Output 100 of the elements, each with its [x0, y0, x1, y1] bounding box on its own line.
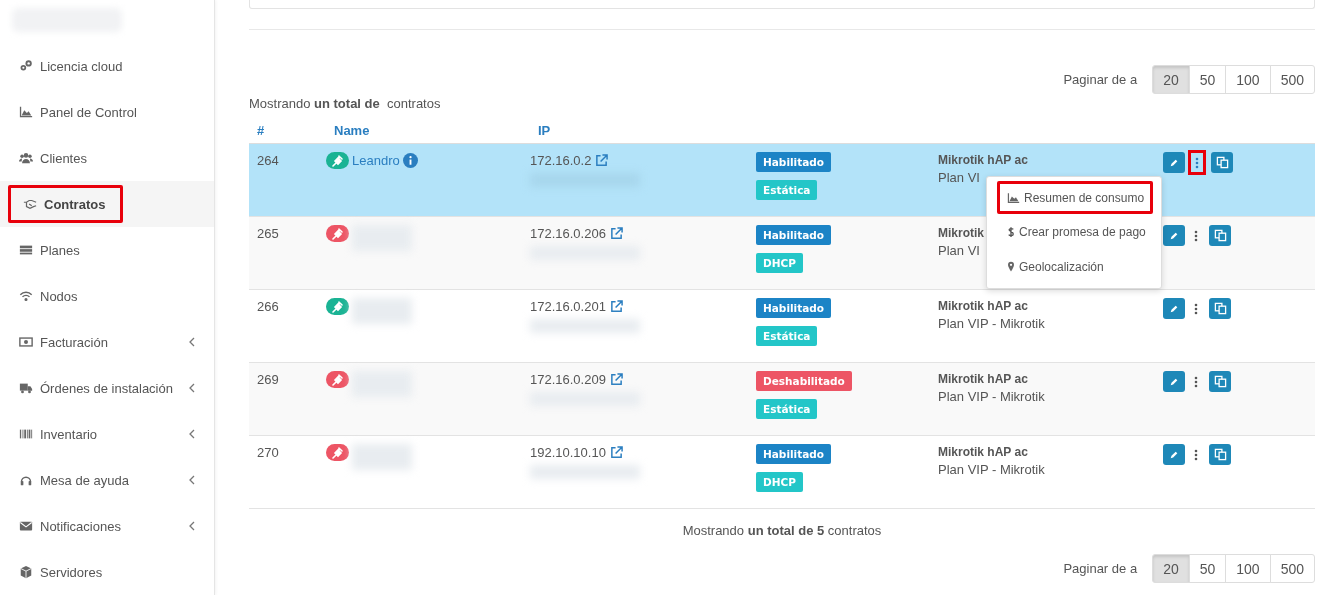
ip-address: 172.16.0.2: [530, 152, 592, 169]
users-icon: [19, 151, 33, 165]
column-header: IP: [537, 122, 551, 138]
copy-button[interactable]: [1209, 298, 1231, 319]
table-cell: 264: [257, 152, 279, 169]
vertical-dots-icon: [1195, 156, 1199, 169]
area-chart-icon: [19, 105, 33, 119]
menu-item[interactable]: Geolocalización: [987, 249, 1161, 284]
menu-item[interactable]: Crear promesa de pago: [987, 214, 1161, 249]
page-size-button[interactable]: 500: [1269, 65, 1315, 94]
status-badge: Habilitado: [756, 225, 832, 245]
dollar-icon: [1007, 225, 1015, 238]
pencil-icon: [1169, 303, 1179, 314]
plan-name: Plan VI: [938, 169, 980, 187]
sidebar-label: Planes: [40, 242, 81, 258]
device-model: Mikrotik: [938, 225, 984, 242]
table-cell: 266: [257, 298, 279, 315]
sidebar-item[interactable]: Mesa de ayuda: [0, 457, 214, 503]
menu-item[interactable]: Resumen de consumo: [997, 181, 1153, 214]
sidebar-item[interactable]: Panel de Control: [0, 89, 214, 135]
copy-button[interactable]: [1209, 225, 1231, 246]
sidebar-label: Notificaciones: [40, 518, 122, 534]
page-size-button[interactable]: 100: [1225, 554, 1271, 583]
info-icon[interactable]: [402, 153, 418, 168]
sidebar-label: Inventario: [40, 426, 99, 442]
ip-type-badge: DHCP: [756, 253, 803, 273]
summary-text: Mostrando un total de 5 contratos: [682, 523, 882, 538]
copy-button[interactable]: [1211, 152, 1233, 173]
pencil-icon: [1169, 230, 1179, 241]
sidebar-item[interactable]: Contratos: [0, 181, 214, 227]
sidebar-item[interactable]: Inventario: [0, 411, 214, 457]
sidebar-item[interactable]: Facturación: [0, 319, 214, 365]
device-model: Mikrotik hAP ac: [938, 371, 1028, 388]
copy-icon: [1213, 302, 1227, 315]
status-badge: Habilitado: [756, 298, 832, 318]
sidebar-label: Licencia cloud: [40, 58, 124, 74]
page-size-button[interactable]: 100: [1225, 65, 1271, 94]
column-header: Name: [333, 122, 370, 138]
sidebar-item[interactable]: Nodos: [0, 273, 214, 319]
sidebar-label: Clientes: [40, 150, 88, 166]
table-row[interactable]: 269 172.16.0.209 Deshabilitado Estática Mikrotik hAP ac Plan VIP - Mikrotik: [249, 363, 1315, 436]
status-badge: Deshabilitado: [756, 371, 852, 391]
page-size-button[interactable]: 50: [1188, 554, 1227, 583]
copy-button[interactable]: [1209, 444, 1231, 465]
area-chart-icon: [1007, 191, 1020, 204]
sidebar-item[interactable]: Órdenes de instalación: [0, 365, 214, 411]
sidebar-item[interactable]: Servidores: [0, 549, 214, 595]
sidebar-label: Facturación: [40, 334, 109, 350]
page-size-button[interactable]: 20: [1152, 65, 1190, 94]
pencil-icon: [1169, 376, 1179, 387]
edit-button[interactable]: [1163, 152, 1185, 173]
copy-icon: [1213, 375, 1227, 388]
pagination-label: Paginar de a: [1063, 72, 1138, 87]
ip-address: 172.16.0.201: [530, 298, 606, 315]
ip-type-badge: Estática: [756, 180, 818, 200]
copy-icon: [1213, 448, 1227, 461]
external-link-icon[interactable]: [595, 154, 609, 167]
truck-icon: [19, 381, 33, 395]
column-header: #: [256, 122, 265, 138]
barcode-icon: [19, 427, 33, 441]
copy-icon: [1215, 156, 1229, 169]
edit-button[interactable]: [1163, 298, 1185, 319]
pencil-icon: [1169, 157, 1179, 168]
more-options-button[interactable]: [1188, 150, 1206, 175]
sidebar-label: Contratos: [44, 196, 106, 212]
vertical-dots-icon: [1194, 448, 1198, 461]
external-link-icon[interactable]: [609, 227, 623, 240]
ip-address: 172.16.0.206: [530, 225, 606, 242]
page-size-button[interactable]: 500: [1269, 554, 1315, 583]
sidebar-label: Panel de Control: [40, 104, 138, 120]
sidebar-item[interactable]: Clientes: [0, 135, 214, 181]
copy-icon: [1213, 229, 1227, 242]
map-pin-icon: [1007, 260, 1015, 273]
pencil-icon: [1169, 449, 1179, 460]
sidebar-label: Órdenes de instalación: [40, 380, 174, 396]
page-size-button[interactable]: 50: [1188, 65, 1227, 94]
sidebar-item[interactable]: Planes: [0, 227, 214, 273]
edit-button[interactable]: [1163, 225, 1185, 246]
sidebar-label: Mesa de ayuda: [40, 472, 130, 488]
vertical-dots-icon: [1194, 302, 1198, 315]
edit-button[interactable]: [1163, 371, 1185, 392]
sidebar-item[interactable]: Licencia cloud: [0, 43, 214, 89]
envelope-icon: [19, 519, 33, 533]
vertical-dots-icon: [1194, 375, 1198, 388]
sidebar-label: Servidores: [40, 564, 104, 580]
device-model: Mikrotik hAP ac: [938, 444, 1028, 461]
list-icon: [19, 243, 33, 257]
ip-address: 172.16.0.209: [530, 371, 606, 388]
copy-button[interactable]: [1209, 371, 1231, 392]
external-link-icon[interactable]: [609, 373, 623, 386]
page-size-button[interactable]: 20: [1152, 554, 1190, 583]
ip-type-badge: DHCP: [756, 472, 803, 492]
external-link-icon[interactable]: [609, 446, 623, 459]
status-badge: Habilitado: [756, 444, 832, 464]
vertical-dots-icon: [1194, 229, 1198, 242]
edit-button[interactable]: [1163, 444, 1185, 465]
wifi-icon: [19, 289, 33, 303]
plan-name: Plan VIP - Mikrotik: [938, 461, 1045, 479]
external-link-icon[interactable]: [609, 300, 623, 313]
sidebar-item[interactable]: Notificaciones: [0, 503, 214, 549]
